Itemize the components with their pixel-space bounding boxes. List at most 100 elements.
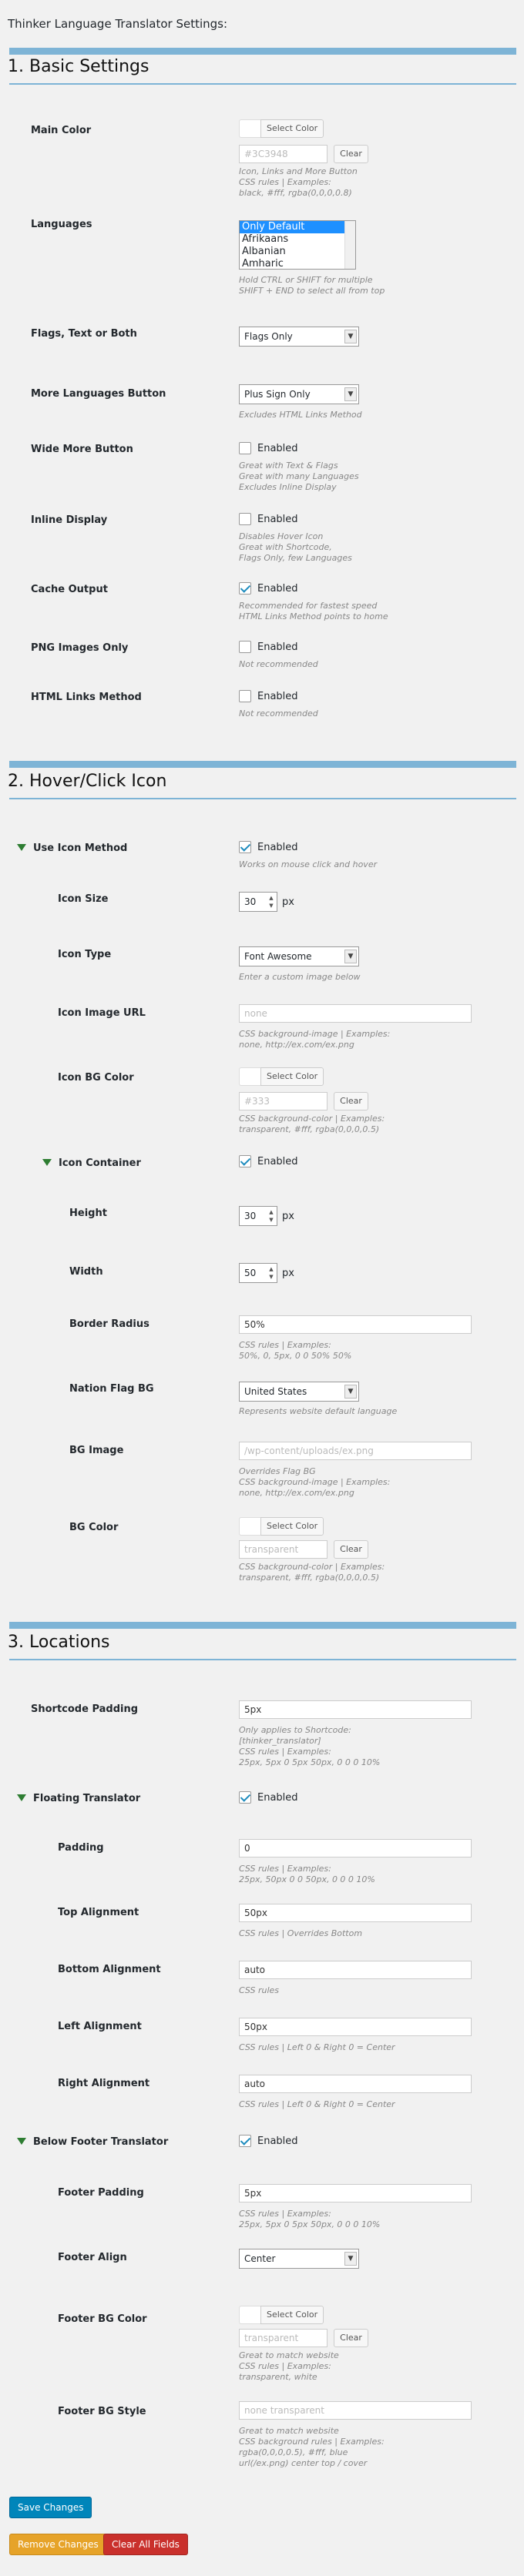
html-links-checkbox[interactable]: [239, 690, 251, 702]
inline-display-checkbox[interactable]: [239, 513, 251, 525]
color-swatch[interactable]: [239, 1067, 260, 1086]
border-radius-input[interactable]: 50%: [239, 1315, 472, 1334]
remove-changes-button[interactable]: Remove Changes: [9, 2534, 107, 2555]
list-item[interactable]: Only Default: [240, 221, 344, 233]
top-align-input[interactable]: 50px: [239, 1904, 472, 1922]
below-footer-toggle[interactable]: Enabled: [239, 2135, 298, 2147]
clear-button[interactable]: Clear: [334, 1092, 368, 1110]
footer-align-label: Footer Align: [58, 2252, 127, 2263]
bg-color-picker[interactable]: Select Color: [239, 1517, 324, 1536]
below-footer-checkbox[interactable]: [239, 2135, 251, 2147]
spinner-icon[interactable]: ▲ ▼: [267, 1208, 275, 1224]
floating-toggle[interactable]: Enabled: [239, 1791, 298, 1804]
floating-checkbox[interactable]: [239, 1791, 251, 1804]
flags-text-select[interactable]: Flags Only ▼: [239, 327, 359, 347]
wide-more-hint: Great with Text & Flags Great with many …: [239, 461, 359, 492]
icon-bg-color-label: Icon BG Color: [58, 1072, 134, 1084]
wide-more-checkbox[interactable]: [239, 442, 251, 454]
footer-bg-style-hint: Great to match website CSS background ru…: [239, 2426, 385, 2468]
shortcode-padding-hint: Only applies to Shortcode: [thinker_tran…: [239, 1725, 381, 1767]
html-links-toggle[interactable]: Enabled: [239, 690, 298, 702]
footer-padding-input[interactable]: 5px: [239, 2184, 472, 2202]
list-item[interactable]: Afrikaans: [240, 233, 344, 246]
enabled-label: Enabled: [257, 690, 298, 702]
section-title-basic: 1. Basic Settings: [8, 57, 149, 76]
use-icon-label[interactable]: Use Icon Method: [17, 842, 127, 854]
cache-output-toggle[interactable]: Enabled: [239, 582, 298, 595]
below-footer-label[interactable]: Below Footer Translator: [17, 2136, 168, 2148]
clear-all-button[interactable]: Clear All Fields: [103, 2534, 188, 2555]
footer-bg-style-label: Footer BG Style: [58, 2406, 146, 2417]
color-swatch[interactable]: [239, 1517, 260, 1536]
footer-bg-color-input[interactable]: transparent: [239, 2329, 328, 2347]
nation-flag-bg-value: United States: [244, 1386, 307, 1397]
icon-size-stepper[interactable]: 30 ▲ ▼: [239, 892, 277, 912]
clear-button[interactable]: Clear: [334, 1540, 368, 1559]
icon-image-url-input[interactable]: none: [239, 1004, 472, 1023]
spinner-icon[interactable]: ▲ ▼: [267, 894, 275, 909]
section-title-locations: 3. Locations: [8, 1633, 110, 1652]
inline-display-toggle[interactable]: Enabled: [239, 513, 298, 525]
bg-color-label: BG Color: [69, 1522, 119, 1533]
use-icon-toggle[interactable]: Enabled: [239, 841, 298, 853]
list-item[interactable]: Amharic: [240, 258, 344, 269]
main-color-input[interactable]: #3C3948: [239, 145, 328, 163]
footer-bg-color-picker[interactable]: Select Color: [239, 2306, 324, 2324]
right-align-input[interactable]: auto: [239, 2075, 472, 2093]
enabled-label: Enabled: [257, 442, 298, 454]
section-rule: [9, 83, 516, 85]
footer-padding-label: Footer Padding: [58, 2187, 144, 2199]
wide-more-toggle[interactable]: Enabled: [239, 442, 298, 454]
width-stepper[interactable]: 50 ▲ ▼: [239, 1263, 277, 1283]
select-color-button[interactable]: Select Color: [260, 1517, 324, 1536]
icon-container-checkbox[interactable]: [239, 1155, 251, 1167]
save-button[interactable]: Save Changes: [9, 2497, 92, 2518]
height-stepper[interactable]: 30 ▲ ▼: [239, 1206, 277, 1226]
icon-container-toggle[interactable]: Enabled: [239, 1155, 298, 1167]
floating-label[interactable]: Floating Translator: [17, 1793, 140, 1804]
top-align-hint: CSS rules | Overrides Bottom: [239, 1928, 363, 1938]
triangle-down-icon: [17, 2138, 26, 2145]
flags-text-label: Flags, Text or Both: [31, 328, 137, 340]
color-swatch[interactable]: [239, 2306, 260, 2324]
shortcode-padding-label: Shortcode Padding: [31, 1703, 139, 1715]
bottom-align-input[interactable]: auto: [239, 1961, 472, 1979]
icon-bg-color-input[interactable]: #333: [239, 1092, 328, 1110]
select-color-button[interactable]: Select Color: [260, 119, 324, 138]
triangle-down-icon: [17, 844, 26, 851]
icon-image-url-hint: CSS background-image | Examples: none, h…: [239, 1029, 391, 1050]
nation-flag-bg-select[interactable]: United States ▼: [239, 1382, 359, 1402]
padding-label: Padding: [58, 1842, 104, 1854]
select-color-button[interactable]: Select Color: [260, 2306, 324, 2324]
color-swatch[interactable]: [239, 119, 260, 138]
more-button-label: More Languages Button: [31, 388, 166, 400]
use-icon-hint: Works on mouse click and hover: [239, 859, 378, 869]
bg-image-input[interactable]: /wp-content/uploads/ex.png: [239, 1442, 472, 1460]
clear-button[interactable]: Clear: [334, 2329, 368, 2347]
use-icon-checkbox[interactable]: [239, 841, 251, 853]
clear-button[interactable]: Clear: [334, 145, 368, 163]
list-item[interactable]: Albanian: [240, 246, 344, 258]
main-color-picker[interactable]: Select Color: [239, 119, 324, 138]
png-only-checkbox[interactable]: [239, 641, 251, 653]
scrollbar[interactable]: [344, 221, 355, 269]
enabled-label: Enabled: [257, 582, 298, 595]
icon-type-select[interactable]: Font Awesome ▼: [239, 946, 359, 966]
left-align-input[interactable]: 50px: [239, 2018, 472, 2036]
enabled-label: Enabled: [257, 641, 298, 653]
spinner-icon[interactable]: ▲ ▼: [267, 1265, 275, 1281]
footer-bg-style-input[interactable]: none transparent: [239, 2401, 472, 2420]
bg-color-input[interactable]: transparent: [239, 1540, 328, 1559]
shortcode-padding-input[interactable]: 5px: [239, 1700, 472, 1719]
icon-container-label[interactable]: Icon Container: [42, 1157, 141, 1169]
footer-align-select[interactable]: Center ▼: [239, 2249, 359, 2269]
icon-bg-color-picker[interactable]: Select Color: [239, 1067, 324, 1086]
png-only-toggle[interactable]: Enabled: [239, 641, 298, 653]
more-button-select[interactable]: Plus Sign Only ▼: [239, 384, 359, 404]
padding-input[interactable]: 0: [239, 1839, 472, 1857]
select-color-button[interactable]: Select Color: [260, 1067, 324, 1086]
bg-image-hint: Overrides Flag BG CSS background-image |…: [239, 1466, 391, 1498]
cache-output-checkbox[interactable]: [239, 582, 251, 595]
nation-flag-bg-label: Nation Flag BG: [69, 1383, 154, 1395]
languages-listbox[interactable]: Only Default Afrikaans Albanian Amharic: [239, 220, 356, 270]
